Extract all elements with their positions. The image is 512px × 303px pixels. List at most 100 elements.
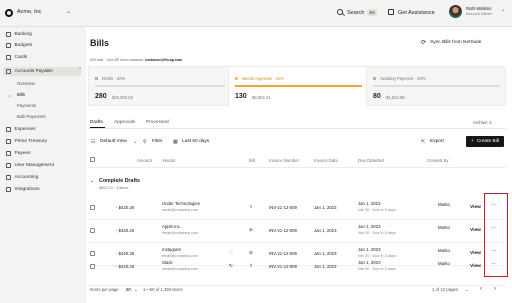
- search-icon[interactable]: [337, 9, 343, 15]
- page-select[interactable]: 1 of 12 pages: [432, 287, 458, 292]
- sidebar-item-label: Integrations: [14, 187, 40, 192]
- chevron-down-icon[interactable]: ⌄: [465, 287, 469, 293]
- sidebar-item-payees[interactable]: Payees: [6, 149, 31, 158]
- row-vendor: Instagram: [162, 247, 182, 252]
- previous-page-icon[interactable]: ‹: [480, 286, 482, 292]
- user-menu-chevron-icon[interactable]: ⌄: [501, 7, 505, 13]
- info-prefix: 500 bills · Your AP Inbox address:: [90, 58, 144, 62]
- sidebar-item-integrations[interactable]: Integrations: [6, 185, 40, 194]
- date-range-button[interactable]: Last 60 days: [182, 139, 209, 144]
- active-dot-icon: •: [9, 93, 11, 98]
- row-due-date: Jan 1, 2023: [358, 247, 381, 252]
- sidebar-item-label: Banking: [14, 32, 32, 37]
- column-header-invoice-date[interactable]: Invoice Date: [314, 158, 338, 163]
- sidebar-subitem-overview[interactable]: Overview: [17, 81, 35, 86]
- export-button[interactable]: Export: [430, 139, 444, 144]
- column-header-due-date[interactable]: Due Date/Net: [358, 158, 384, 163]
- group-collapse-icon[interactable]: ⌄: [90, 178, 94, 184]
- export-icon[interactable]: ⇱: [421, 139, 425, 145]
- sidebar-subitem-payments[interactable]: Payments: [17, 103, 36, 108]
- sync-icon[interactable]: ⟳: [421, 39, 426, 46]
- sidebar-item-label: Accounts Payable: [14, 69, 53, 74]
- chevron-down-icon[interactable]: ⌄: [134, 287, 138, 293]
- status-dot-icon: [95, 77, 98, 80]
- ap-inbox-email[interactable]: customer@fin.ap.com: [145, 58, 183, 62]
- filter-button[interactable]: Filter: [152, 139, 163, 144]
- org-name[interactable]: Acme, Inc: [17, 9, 41, 15]
- column-header-bill[interactable]: Bill: [249, 158, 255, 163]
- chevron-down-icon[interactable]: ⌄: [133, 139, 137, 145]
- items-per-page-select[interactable]: 50: [126, 287, 131, 292]
- items-per-page-label: Items per page: [90, 287, 119, 292]
- tab-drafts[interactable]: Drafts: [90, 120, 103, 125]
- table-row[interactable]: - $420.26 Under Technologies email@compa…: [88, 197, 506, 219]
- summary-count: 130: [235, 93, 247, 100]
- row-checkbox[interactable]: [90, 264, 95, 269]
- view-button[interactable]: View: [470, 228, 481, 233]
- refresh-icon[interactable]: ↻: [229, 263, 233, 269]
- create-bill-button[interactable]: + Create Bill: [466, 136, 504, 147]
- org-logo-icon: [5, 9, 13, 17]
- row-invoice-number: INV-21-12-009: [269, 205, 297, 210]
- upload-icon[interactable]: ⇧: [249, 263, 253, 269]
- row-checkbox[interactable]: [90, 205, 95, 210]
- users-icon: [6, 163, 11, 168]
- table-row[interactable]: - $420.26 Slack email@company.com ↻ ⇧ IN…: [88, 256, 506, 278]
- view-button[interactable]: View: [470, 264, 481, 269]
- row-vendor-email: email@company.com: [162, 208, 199, 212]
- row-net-terms: Net 30 · Due in 5 days: [358, 208, 396, 212]
- accounting-icon: [6, 175, 11, 180]
- sidebar-item-expenses[interactable]: Expenses: [6, 125, 36, 134]
- sidebar-item-accounts-payable[interactable]: Accounts Payable: [3, 67, 81, 76]
- header-divider: [88, 167, 506, 168]
- user-name[interactable]: Ruth Watkins: [466, 6, 491, 11]
- select-all-checkbox[interactable]: [90, 157, 95, 162]
- summary-needs-approval[interactable]: Needs Approval · 15% 130 $6,802.21: [228, 67, 367, 107]
- search-button[interactable]: Search: [347, 10, 364, 16]
- sync-netsuite-button[interactable]: Sync Bills from NetSuite: [430, 40, 481, 45]
- column-header-invoice-number[interactable]: Invoice Number: [269, 158, 299, 163]
- column-header-created-by[interactable]: Created By: [427, 158, 449, 163]
- status-dot-icon: [235, 77, 238, 80]
- chevron-up-icon[interactable]: ⌃: [78, 67, 82, 73]
- sidebar-subitem-bulk-payments[interactable]: Bulk Payments: [17, 114, 46, 119]
- row-created-by: Marko: [438, 202, 450, 207]
- default-view-button[interactable]: Default View: [100, 139, 127, 144]
- sidebar-item-budgets[interactable]: Budgets: [6, 41, 32, 50]
- column-header-amount[interactable]: Amount: [137, 158, 152, 163]
- sidebar-item-label: Budgets: [14, 43, 33, 48]
- column-header-vendor[interactable]: Vendor: [162, 158, 176, 163]
- next-page-icon[interactable]: ›: [494, 286, 496, 292]
- row-net-terms: Net 30 · Due in 5 days: [358, 267, 396, 271]
- create-bill-label: Create Bill: [476, 139, 499, 144]
- row-vendor: Slack: [162, 260, 173, 265]
- summary-drafts[interactable]: Drafts · 50% 280 $20,000.02: [89, 67, 228, 107]
- row-checkbox[interactable]: [90, 228, 95, 233]
- calendar-icon[interactable]: ▦: [173, 139, 178, 145]
- table-row[interactable]: - $420.26 Apple Inc. email@company.com ⊘…: [88, 220, 506, 242]
- upload-icon[interactable]: ⇧: [249, 204, 253, 210]
- sidebar-item-banking[interactable]: Banking: [6, 30, 32, 39]
- expenses-icon: [6, 127, 11, 132]
- row-amount: - $420.26: [116, 205, 135, 210]
- assistance-button[interactable]: Get Assistance: [398, 10, 435, 16]
- sidebar-item-cards[interactable]: Cards: [6, 53, 27, 62]
- sidebar-item-prime-treasury[interactable]: Prime Treasury: [6, 137, 47, 146]
- sidebar-subitem-bills[interactable]: Bills: [17, 92, 25, 97]
- sidebar-item-user-management[interactable]: User Management: [6, 161, 54, 170]
- sidebar-item-accounting[interactable]: Accounting: [6, 173, 38, 182]
- summary-amount: $1,622.88: [386, 95, 405, 100]
- view-icon[interactable]: ☷: [91, 139, 95, 145]
- assistance-icon[interactable]: [388, 9, 394, 15]
- archive-count[interactable]: Archive: 4: [473, 120, 492, 125]
- summary-awaiting-payment[interactable]: Awaiting Payment · 20% 80 $1,622.88: [367, 67, 506, 107]
- view-button[interactable]: View: [470, 205, 481, 210]
- avatar[interactable]: [449, 5, 462, 18]
- attachment-icon[interactable]: ⊘: [249, 227, 253, 233]
- treasury-icon: [6, 139, 11, 144]
- tab-approvals[interactable]: Approvals: [114, 120, 135, 125]
- org-chevron-icon[interactable]: ⌄: [66, 8, 71, 15]
- tab-processed[interactable]: Processed: [146, 120, 169, 125]
- filter-icon[interactable]: ⚲: [143, 139, 147, 145]
- active-tab-indicator: [90, 127, 105, 129]
